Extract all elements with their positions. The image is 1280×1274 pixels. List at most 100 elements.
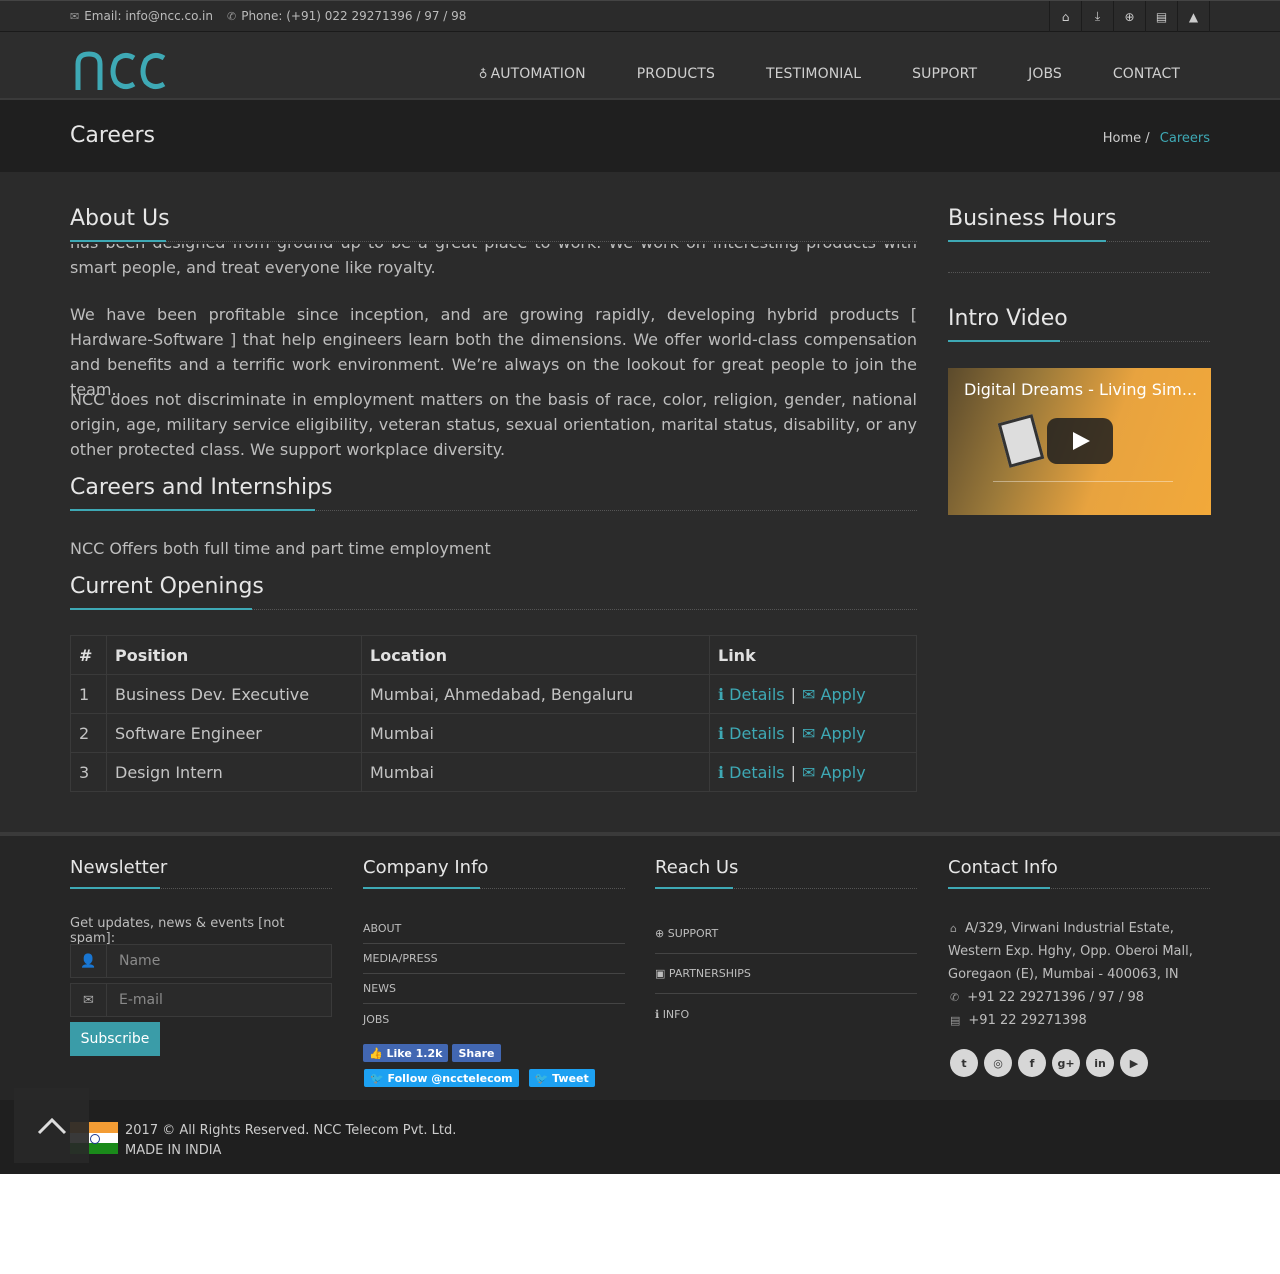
copyright-text: 2017 © All Rights Reserved. NCC Telecom … bbox=[125, 1123, 457, 1138]
company-link-media[interactable]: MEDIA/PRESS bbox=[363, 944, 625, 974]
thumbs-up-icon: 👍 bbox=[369, 1046, 387, 1060]
nav-support[interactable]: SUPPORT bbox=[912, 66, 977, 82]
google-plus-icon[interactable]: g+ bbox=[1052, 1049, 1080, 1077]
info-icon: ℹ bbox=[718, 684, 730, 704]
fax-icon: ▤ bbox=[950, 1014, 961, 1027]
intro-video-title: Intro Video bbox=[948, 306, 1068, 331]
support-icon: ⊕ bbox=[655, 927, 668, 940]
reach-underline bbox=[655, 887, 733, 889]
phone-link[interactable]: ✆ Phone: (+91) 022 29271396 / 97 / 98 bbox=[227, 9, 466, 23]
copyright-block: 2017 © All Rights Reserved. NCC Telecom … bbox=[125, 1121, 456, 1161]
breadcrumb-current: Careers bbox=[1159, 131, 1210, 146]
careers-text: NCC Offers both full time and part time … bbox=[70, 539, 491, 558]
apply-label: Apply bbox=[820, 762, 866, 782]
row-links: ℹ Details | ✉ Apply bbox=[709, 713, 917, 753]
header-link: Link bbox=[709, 635, 917, 675]
nav-jobs[interactable]: JOBS bbox=[1028, 66, 1062, 82]
nav-contact[interactable]: CONTACT bbox=[1113, 66, 1180, 82]
info-icon: ℹ bbox=[718, 723, 730, 743]
details-link[interactable]: ℹ Details bbox=[718, 724, 785, 743]
nav-automation-label: AUTOMATION bbox=[490, 66, 586, 82]
intro-video-player[interactable]: Digital Dreams - Living Sim... bbox=[948, 368, 1211, 515]
details-label: Details bbox=[729, 723, 785, 743]
facebook-share-button[interactable]: Share bbox=[452, 1044, 501, 1062]
news-icon[interactable]: ▤ bbox=[1146, 1, 1178, 32]
company-link-news[interactable]: NEWS bbox=[363, 974, 625, 1004]
social-icons: t ◎ f g+ in ▶ bbox=[950, 1049, 1148, 1077]
table-row: 1 Business Dev. Executive Mumbai, Ahmeda… bbox=[70, 674, 917, 714]
apply-link[interactable]: ✉ Apply bbox=[802, 685, 866, 704]
details-link[interactable]: ℹ Details bbox=[718, 763, 785, 782]
row-num: 3 bbox=[70, 752, 107, 792]
link-separator: | bbox=[790, 684, 797, 704]
reach-support-label: SUPPORT bbox=[667, 927, 719, 940]
breadcrumb-separator: / bbox=[1145, 131, 1150, 146]
table-header-row: # Position Location Link bbox=[70, 635, 917, 675]
chevron-up-icon bbox=[37, 1117, 66, 1134]
table-row: 2 Software Engineer Mumbai ℹ Details | ✉ A… bbox=[70, 713, 917, 753]
breadcrumb-home[interactable]: Home bbox=[1103, 131, 1141, 146]
row-location: Mumbai bbox=[361, 713, 710, 753]
linkedin-icon[interactable]: in bbox=[1086, 1049, 1114, 1077]
email-link[interactable]: ✉ Email: info@ncc.co.in bbox=[70, 9, 213, 23]
fax-number-text: +91 22 29271398 bbox=[968, 1013, 1087, 1028]
ncc-logo[interactable] bbox=[74, 50, 168, 96]
main-content: About Us has been designed from ground u… bbox=[70, 172, 917, 832]
newsletter-title: Newsletter bbox=[70, 857, 168, 878]
apply-link[interactable]: ✉ Apply bbox=[802, 763, 866, 782]
openings-table: # Position Location Link 1 Business Dev.… bbox=[70, 635, 917, 792]
instagram-icon[interactable]: ◎ bbox=[984, 1049, 1012, 1077]
facebook-icon[interactable]: f bbox=[1018, 1049, 1046, 1077]
tablet-image bbox=[997, 414, 1045, 468]
twitter-bird-icon: 🐦 bbox=[534, 1071, 553, 1085]
footer: Newsletter Get updates, news & events [n… bbox=[0, 832, 1280, 1100]
youtube-icon[interactable]: ▶ bbox=[1120, 1049, 1148, 1077]
reach-link-info[interactable]: ℹ INFO bbox=[655, 994, 917, 1034]
apply-link[interactable]: ✉ Apply bbox=[802, 724, 866, 743]
details-link[interactable]: ℹ Details bbox=[718, 685, 785, 704]
info-icon: ℹ bbox=[718, 762, 730, 782]
about-paragraph-3: NCC does not discriminate in employment … bbox=[70, 390, 917, 459]
nav-testimonial[interactable]: TESTIMONIAL bbox=[766, 66, 861, 82]
facebook-buttons: 👍 Like 1.2k Share bbox=[363, 1044, 501, 1062]
home-icon[interactable]: ⌂ bbox=[1050, 1, 1082, 32]
tweet-button[interactable]: 🐦 Tweet bbox=[528, 1069, 595, 1087]
reach-partnerships-label: PARTNERSHIPS bbox=[668, 967, 751, 980]
name-input[interactable] bbox=[119, 953, 319, 969]
nav-products[interactable]: PRODUCTS bbox=[637, 66, 715, 82]
company-link-jobs[interactable]: JOBS bbox=[363, 1004, 625, 1034]
reach-link-partnerships[interactable]: ▣ PARTNERSHIPS bbox=[655, 954, 917, 994]
graduation-icon[interactable]: ▲ bbox=[1178, 1, 1210, 32]
twitter-follow-button[interactable]: 🐦 Follow @ncctelecom bbox=[364, 1069, 519, 1087]
facebook-like-button[interactable]: 👍 Like 1.2k bbox=[363, 1044, 449, 1062]
row-position: Design Intern bbox=[106, 752, 362, 792]
support-icon[interactable]: ⊕ bbox=[1114, 1, 1146, 32]
devices-image bbox=[993, 481, 1173, 507]
breadcrumb: Home / Careers bbox=[1103, 131, 1210, 146]
row-position: Software Engineer bbox=[106, 713, 362, 753]
scroll-to-top-button[interactable] bbox=[14, 1088, 89, 1163]
twitter-icon[interactable]: t bbox=[950, 1049, 978, 1077]
business-hours-title: Business Hours bbox=[948, 206, 1117, 231]
company-links: ABOUT MEDIA/PRESS NEWS JOBS bbox=[363, 914, 625, 1034]
phone-text: Phone: (+91) 022 29271396 / 97 / 98 bbox=[241, 9, 467, 23]
envelope-icon: ✉ bbox=[802, 723, 821, 743]
user-icon: 👤 bbox=[71, 945, 107, 977]
apply-label: Apply bbox=[820, 723, 866, 743]
play-icon[interactable] bbox=[1047, 418, 1113, 464]
company-link-about[interactable]: ABOUT bbox=[363, 914, 625, 944]
envelope-icon: ✉ bbox=[802, 684, 821, 704]
envelope-icon: ✉ bbox=[71, 984, 107, 1016]
contact-title: Contact Info bbox=[948, 857, 1058, 878]
reach-link-support[interactable]: ⊕ SUPPORT bbox=[655, 914, 917, 954]
download-icon[interactable]: ⤓ bbox=[1082, 1, 1114, 32]
nav-automation[interactable]: ♁ AUTOMATION bbox=[479, 66, 586, 82]
row-num: 2 bbox=[70, 713, 107, 753]
row-num: 1 bbox=[70, 674, 107, 714]
envelope-icon: ✉ bbox=[802, 762, 821, 782]
subscribe-button[interactable]: Subscribe bbox=[70, 1022, 160, 1056]
phone-number-text: +91 22 29271396 / 97 / 98 bbox=[967, 990, 1145, 1005]
bottom-bar: 2017 © All Rights Reserved. NCC Telecom … bbox=[0, 1100, 1280, 1174]
email-input[interactable] bbox=[119, 992, 319, 1008]
careers-title: Careers and Internships bbox=[70, 475, 333, 500]
